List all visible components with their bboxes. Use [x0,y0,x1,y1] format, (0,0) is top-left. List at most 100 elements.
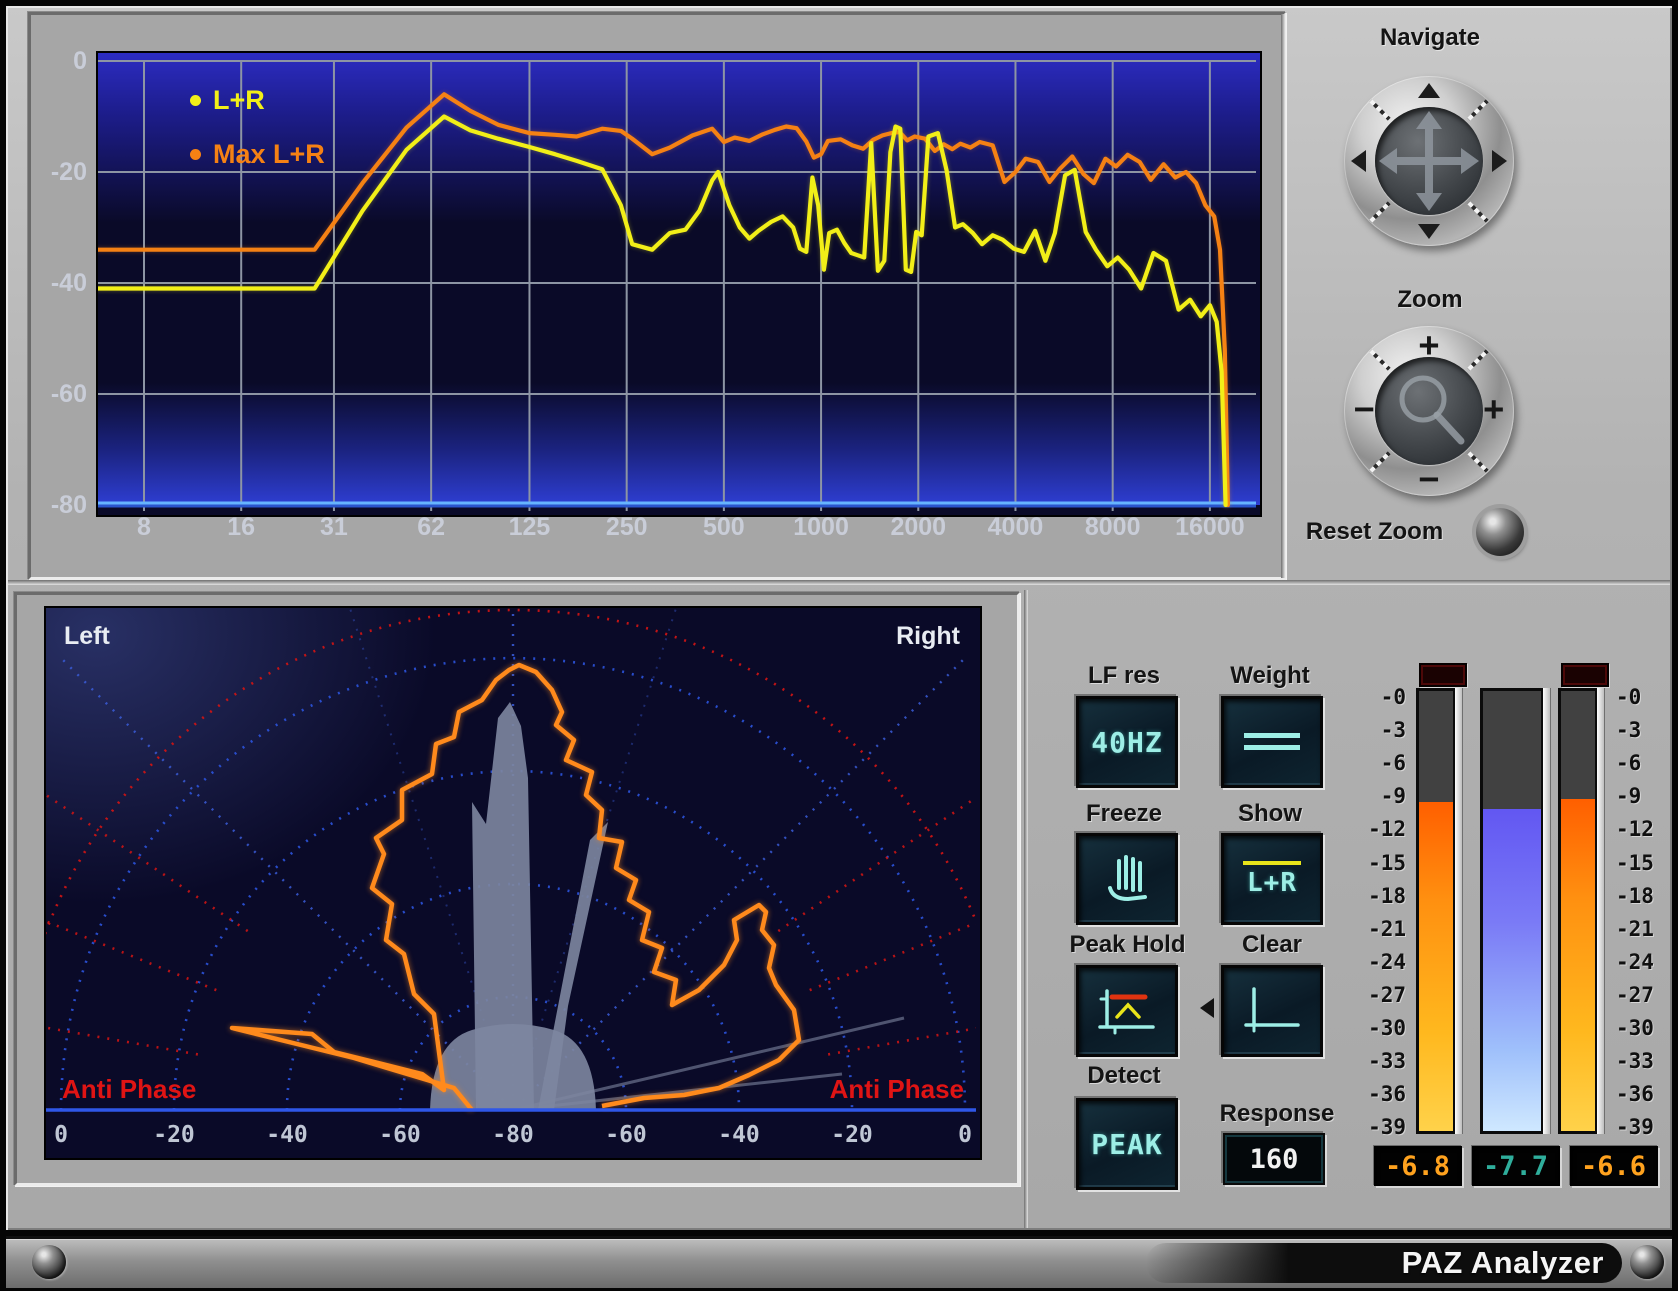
reset-zoom-button[interactable] [1476,508,1524,556]
meter-scale-label: -27 [1616,983,1678,1007]
anti-phase-right-label: Anti Phase [830,1074,964,1105]
show-value: L+R [1247,868,1297,898]
meter-fill-mid [1483,809,1541,1131]
response-field[interactable]: 160 [1223,1133,1325,1185]
legend-dot-maxlr [190,149,201,160]
polar-panel: Left Right Anti Phase Anti Phase 0-20-40… [14,592,1020,1186]
zoom-out-horizontal-icon[interactable]: − [1354,394,1374,424]
level-meter-mid [1480,688,1544,1134]
waves-logo-button-left[interactable] [32,1245,66,1279]
x-tick-label: 250 [582,513,672,542]
meter-scale-label: -18 [1616,884,1678,908]
zoom-in-horizontal-icon[interactable]: + [1484,394,1504,424]
spectrum-panel: L+R Max L+R 0-20-40-60-80 81631621252505… [28,12,1286,580]
reset-zoom-label: Reset Zoom [1282,518,1467,546]
meter-scale-label: -30 [1336,1016,1406,1040]
meter-highlight-mid [1543,688,1550,1134]
meter-scale-label: -39 [1336,1115,1406,1139]
navigate-up-arrow-icon[interactable] [1418,83,1440,98]
meter-scale-label: -6 [1336,751,1406,775]
meter-fill-left [1419,802,1453,1131]
meter-scale-label: -36 [1336,1082,1406,1106]
detect-button[interactable]: PEAK [1076,1098,1178,1190]
meter-scale-label: -30 [1616,1016,1678,1040]
plugin-title-pill: PAZ Analyzer [1146,1243,1622,1283]
detect-label: Detect [1059,1062,1189,1090]
peak-hold-button[interactable] [1076,965,1178,1057]
zoom-dial-center[interactable] [1375,357,1483,465]
navigate-left-arrow-icon[interactable] [1351,150,1366,172]
waves-logo-button-right[interactable] [1630,1245,1664,1279]
x-tick-label: 8000 [1068,513,1158,542]
pointer-triangle-icon [1200,998,1214,1018]
navigate-dial[interactable] [1344,76,1514,246]
spectrum-display[interactable]: L+R Max L+R [96,51,1262,517]
meter-scale-label: -3 [1616,718,1678,742]
y-tick-label: -20 [31,158,87,187]
polar-display[interactable]: Left Right Anti Phase Anti Phase 0-20-40… [44,606,982,1160]
zoom-in-vertical-icon[interactable]: + [1344,330,1514,360]
polar-right-label: Right [896,622,960,651]
weight-button[interactable] [1221,696,1323,788]
level-readout-mid: -7.7 [1472,1146,1560,1186]
meter-scale-label: -24 [1616,950,1678,974]
meter-scale-label: -18 [1336,884,1406,908]
navigate-dial-center[interactable] [1375,107,1483,215]
polar-chart [46,608,976,1154]
polar-left-label: Left [64,622,110,651]
navigate-right-arrow-icon[interactable] [1492,150,1507,172]
meter-scale-label: -21 [1616,917,1678,941]
meter-scale-label: -21 [1336,917,1406,941]
spectrum-x-axis: 8163162125250500100020004000800016000 [31,513,1281,553]
spectrum-y-axis: 0-20-40-60-80 [31,15,93,575]
freeze-button[interactable] [1076,833,1178,925]
x-tick-label: 125 [484,513,574,542]
meter-scale-label: -12 [1336,817,1406,841]
show-button[interactable]: L+R [1221,833,1323,925]
meter-fill-right [1561,799,1595,1131]
peak-hold-icon [1095,985,1159,1037]
meter-scale-label: -3 [1336,718,1406,742]
meter-scale-label: -15 [1336,851,1406,875]
lf-res-value: 40HZ [1091,726,1162,759]
x-tick-label: 62 [386,513,476,542]
level-meter-left [1416,688,1456,1134]
clear-label: Clear [1207,931,1337,959]
x-tick-label: 8 [99,513,189,542]
meter-scale-label: -24 [1336,950,1406,974]
x-tick-label: 1000 [776,513,866,542]
lf-res-button[interactable]: 40HZ [1076,696,1178,788]
meter-highlight-right [1597,688,1604,1134]
clip-indicator-right [1561,663,1609,687]
peak-hold-label: Peak Hold [1040,931,1215,959]
plugin-title: PAZ Analyzer [1402,1245,1604,1281]
spectrum-chart [98,53,1256,511]
response-value: 160 [1250,1144,1299,1175]
meter-scale-left: -0-3-6-9-12-15-18-21-24-27-30-33-36-39 [1336,680,1410,1150]
show-label: Show [1205,800,1335,828]
x-tick-label: 4000 [970,513,1060,542]
zoom-label: Zoom [1330,286,1530,314]
meter-scale-label: -33 [1616,1049,1678,1073]
navigate-label: Navigate [1330,24,1530,52]
meter-scale-label: -33 [1336,1049,1406,1073]
panel-divider-vertical-bottom [1024,590,1028,1228]
legend-label-lr: L+R [213,85,265,116]
panel-divider-vertical-top [1281,14,1285,578]
clear-button[interactable] [1221,965,1323,1057]
panel-divider-horizontal [8,580,1670,585]
detect-value: PEAK [1091,1128,1162,1161]
x-tick-label: 31 [289,513,379,542]
legend-label-maxlr: Max L+R [213,139,325,170]
level-readout-right: -6.6 [1570,1146,1658,1186]
weight-label: Weight [1205,662,1335,690]
lf-res-label: LF res [1059,662,1189,690]
x-tick-label: 16 [196,513,286,542]
navigate-down-arrow-icon[interactable] [1418,224,1440,239]
response-label: Response [1197,1100,1357,1128]
anti-phase-left-label: Anti Phase [62,1074,196,1105]
meter-scale-label: -36 [1616,1082,1678,1106]
zoom-dial[interactable]: + + − − [1344,326,1514,496]
magnifier-icon [1375,357,1483,465]
y-tick-label: 0 [31,47,87,76]
